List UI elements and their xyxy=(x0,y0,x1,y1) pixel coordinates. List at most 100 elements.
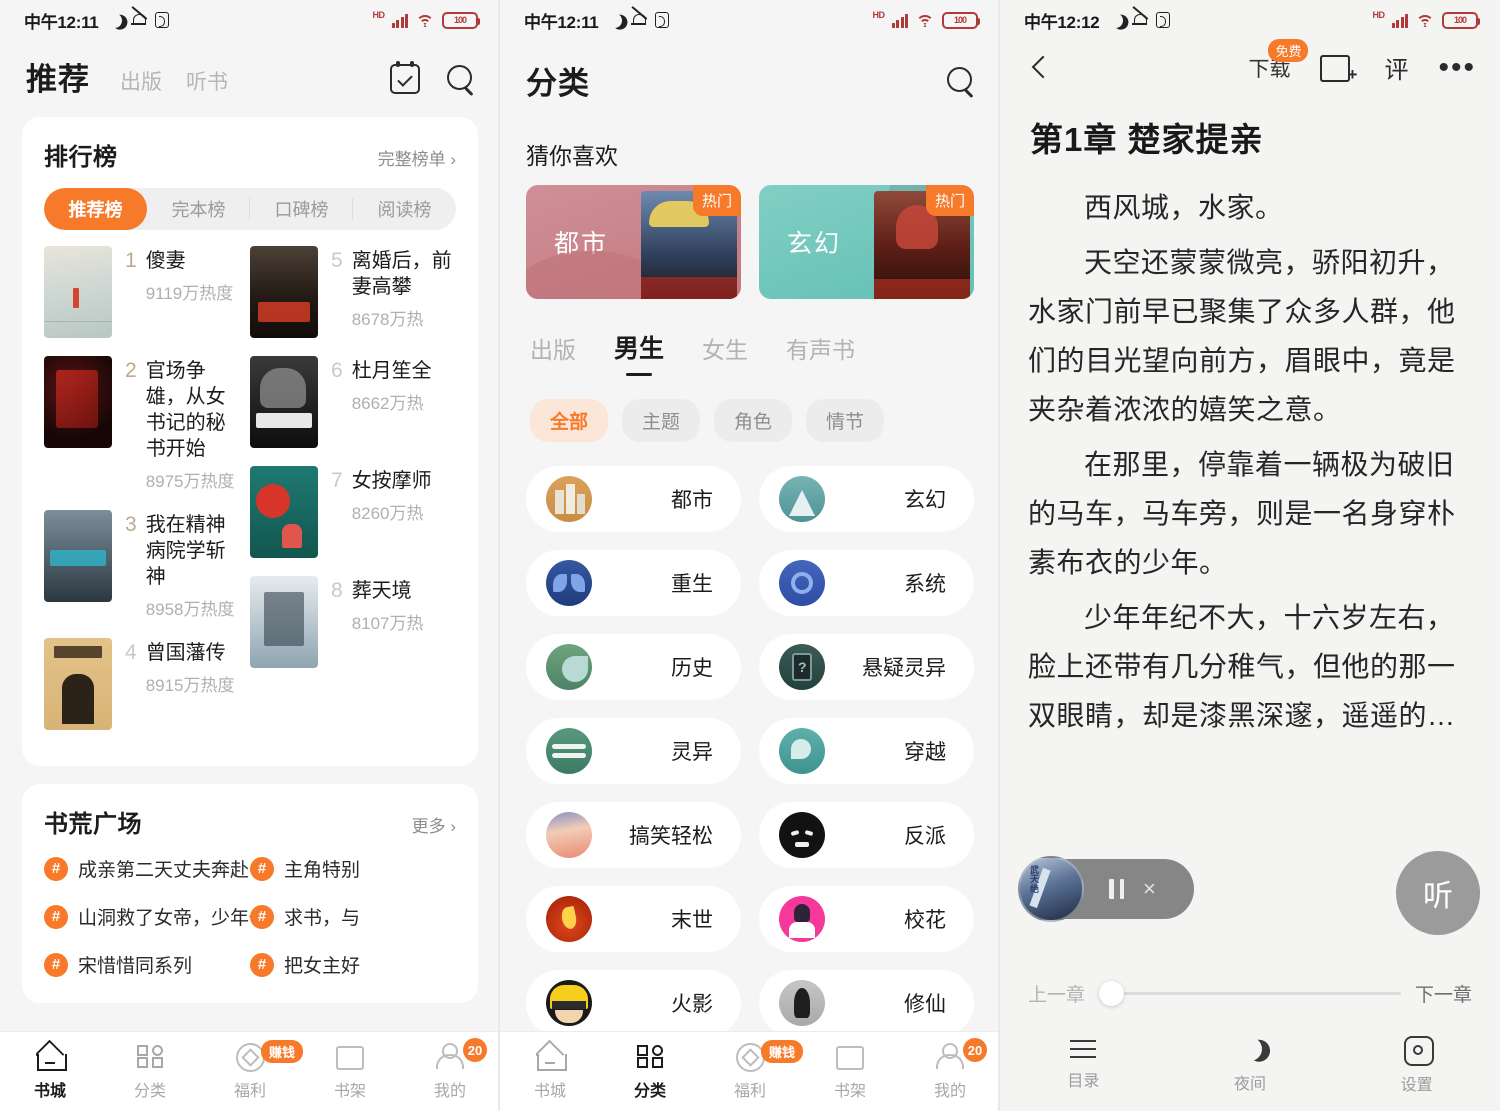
book-title[interactable]: 葬天境 xyxy=(352,578,424,604)
do-not-disturb-moon-icon xyxy=(105,10,125,30)
category-item-history[interactable]: 历史 xyxy=(526,634,741,700)
back-arrow-icon[interactable] xyxy=(1026,54,1054,82)
tab-welfare[interactable]: 赚钱 福利 xyxy=(200,1032,304,1111)
category-item-apocalypse[interactable]: 末世 xyxy=(526,886,741,952)
tab-audiobooks[interactable]: 听书 xyxy=(186,66,228,96)
list-item[interactable]: # 宋惜惜同系列 xyxy=(44,951,250,978)
list-item[interactable]: # 把女主好 xyxy=(250,951,456,978)
hero-card-urban[interactable]: 都市 热门 xyxy=(526,185,741,299)
category-item-mystery[interactable]: ? 悬疑灵异 xyxy=(759,634,974,700)
rank-number: 2 xyxy=(125,359,137,382)
ranking-row[interactable]: 3 我在精神病院学斩神 8958万热度 xyxy=(44,510,240,620)
category-item-villain[interactable]: 反派 xyxy=(759,802,974,868)
ranking-row[interactable]: 6 杜月笙全 8662万热 xyxy=(250,356,456,448)
category-grid: 都市 玄幻 重生 系统 历史 ? 悬疑灵异 灵异 穿越 搞笑轻松 反派 末世 校花… xyxy=(500,442,1000,1036)
segment-reading[interactable]: 阅读榜 xyxy=(353,188,456,230)
book-cover[interactable] xyxy=(44,510,112,602)
book-title[interactable]: 官场争雄，从女书记的秘书开始 xyxy=(146,358,240,462)
chip-role[interactable]: 角色 xyxy=(714,399,793,442)
category-item-rebirth[interactable]: 重生 xyxy=(526,550,741,616)
tab-female[interactable]: 女生 xyxy=(702,331,748,377)
book-cover[interactable] xyxy=(250,246,318,338)
tab-bookshelf[interactable]: 书架 xyxy=(300,1032,400,1111)
tab-mine[interactable]: 20 我的 xyxy=(400,1032,500,1111)
category-item-cultivation[interactable]: 修仙 xyxy=(759,970,974,1036)
book-cover[interactable] xyxy=(44,246,112,338)
book-title[interactable]: 杜月笙全 xyxy=(352,358,432,384)
reader-settings-button[interactable]: 设置 xyxy=(1333,1019,1500,1111)
category-item-supernatural[interactable]: 灵异 xyxy=(526,718,741,784)
category-item-fantasy[interactable]: 玄幻 xyxy=(759,466,974,532)
tab-welfare[interactable]: 赚钱 福利 xyxy=(700,1032,804,1111)
reader-night-button[interactable]: 夜间 xyxy=(1167,1019,1334,1111)
comment-icon[interactable]: 评 xyxy=(1384,50,1408,85)
search-icon[interactable] xyxy=(446,64,476,94)
audio-mini-player[interactable]: 武天绝 × xyxy=(1018,856,1194,922)
tab-category[interactable]: 分类 xyxy=(600,1032,700,1111)
tab-publications[interactable]: 出版 xyxy=(120,66,162,96)
book-add-icon[interactable]: + xyxy=(1320,53,1357,84)
tab-bookstore[interactable]: 书城 xyxy=(500,1032,600,1111)
pause-icon[interactable] xyxy=(1108,879,1125,899)
book-cover[interactable] xyxy=(250,466,318,558)
tab-audiobook[interactable]: 有声书 xyxy=(786,331,855,377)
category-item-system[interactable]: 系统 xyxy=(759,550,974,616)
list-item[interactable]: # 主角特别 xyxy=(250,855,456,882)
search-icon[interactable] xyxy=(946,66,976,96)
list-item[interactable]: # 山洞救了女帝，少年修为一… xyxy=(44,903,250,930)
download-button[interactable]: 下载 免费 xyxy=(1248,38,1309,83)
chip-all[interactable]: 全部 xyxy=(530,399,609,442)
category-item-timetravel[interactable]: 穿越 xyxy=(759,718,974,784)
category-item-schoolbelle[interactable]: 校花 xyxy=(759,886,974,952)
ranking-row[interactable]: 7 女按摩师 8260万热 xyxy=(250,466,456,558)
category-item-urban[interactable]: 都市 xyxy=(526,466,741,532)
tab-category[interactable]: 分类 xyxy=(100,1032,200,1111)
hero-card-fantasy[interactable]: 玄幻 热门 xyxy=(759,185,974,299)
tab-bookshelf[interactable]: 书架 xyxy=(800,1032,900,1111)
book-cover[interactable] xyxy=(44,356,112,448)
chapter-slider-track[interactable] xyxy=(1099,981,1401,1006)
chip-plot[interactable]: 情节 xyxy=(806,399,885,442)
segment-recommend[interactable]: 推荐榜 xyxy=(44,188,147,230)
book-title[interactable]: 曾国藩传 xyxy=(146,640,235,666)
reader-toc-button[interactable]: 目录 xyxy=(1000,1019,1167,1111)
category-item-naruto[interactable]: 火影 xyxy=(526,970,741,1036)
segment-reputation[interactable]: 口碑榜 xyxy=(250,188,353,230)
book-cover[interactable] xyxy=(250,356,318,448)
prev-chapter-button[interactable]: 上一章 xyxy=(1028,980,1085,1007)
category-item-comedy[interactable]: 搞笑轻松 xyxy=(526,802,741,868)
plaza-tag-grid: #成亲第二天丈夫奔赴战场，… #主角特别 #山洞救了女帝，少年修为一… #求书，… xyxy=(44,855,456,999)
category-avatar xyxy=(546,560,592,606)
book-cover[interactable] xyxy=(250,576,318,668)
ranking-row[interactable]: 4 曾国藩传 8915万热度 xyxy=(44,638,240,730)
book-title[interactable]: 女按摩师 xyxy=(352,468,432,494)
ranking-row[interactable]: 8 葬天境 8107万热 xyxy=(250,576,456,668)
list-item[interactable]: # 成亲第二天丈夫奔赴战场，… xyxy=(44,855,250,882)
book-title[interactable]: 离婚后，前妻高攀 xyxy=(352,248,456,300)
segment-completed[interactable]: 完本榜 xyxy=(147,188,250,230)
ranking-more-link[interactable]: 完整榜单 › xyxy=(378,145,456,170)
book-title[interactable]: 傻妻 xyxy=(146,248,234,274)
ranking-row[interactable]: 2 官场争雄，从女书记的秘书开始 8975万热度 xyxy=(44,356,240,492)
tab-publications[interactable]: 出版 xyxy=(530,331,576,377)
tab-male[interactable]: 男生 xyxy=(614,329,664,377)
listen-floating-button[interactable]: 听 xyxy=(1396,851,1480,935)
ranking-row[interactable]: 5 离婚后，前妻高攀 8678万热 xyxy=(250,246,456,338)
list-item[interactable]: # 求书，与 xyxy=(250,903,456,930)
plaza-more-link[interactable]: 更多 › xyxy=(412,812,456,837)
book-cover[interactable] xyxy=(44,638,112,730)
next-chapter-button[interactable]: 下一章 xyxy=(1415,980,1472,1007)
tab-mine[interactable]: 20 我的 xyxy=(900,1032,1000,1111)
close-icon[interactable]: × xyxy=(1143,878,1156,900)
book-title[interactable]: 我在精神病院学斩神 xyxy=(146,512,240,590)
category-avatar xyxy=(546,980,592,1026)
chapter-slider-knob[interactable] xyxy=(1099,981,1125,1006)
more-dots-icon[interactable]: ••• xyxy=(1438,53,1476,83)
tab-label: 我的 xyxy=(433,1083,466,1100)
tab-bookstore[interactable]: 书城 xyxy=(0,1032,100,1111)
calendar-check-icon[interactable] xyxy=(390,60,420,94)
tab-label: 书城 xyxy=(33,1083,66,1100)
chip-theme[interactable]: 主题 xyxy=(622,399,701,442)
ranking-row[interactable]: 1 傻妻 9119万热度 xyxy=(44,246,240,338)
category-label: 校花 xyxy=(904,909,946,932)
